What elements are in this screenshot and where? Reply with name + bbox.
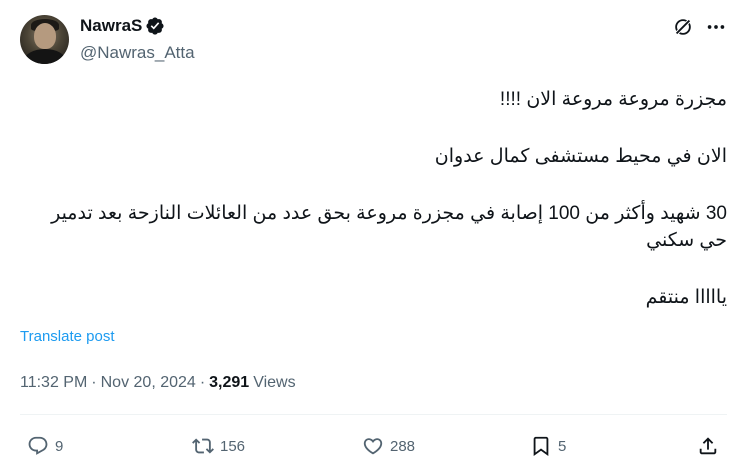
tweet-card: NawraS @Nawras_Atta مجزرة مروعة مروعة ال… <box>0 0 747 476</box>
like-button[interactable]: 288 <box>362 432 415 460</box>
tweet-text: مجزرة مروعة مروعة الان !!!! الان في محيط… <box>37 86 727 311</box>
tweet-time[interactable]: 11:32 PM <box>20 373 87 393</box>
bookmark-count: 5 <box>558 437 567 455</box>
tweet-paragraph-3: 30 شهيد وأكثر من 100 إصابة في مجزرة مروع… <box>51 203 727 251</box>
meta-separator: · <box>199 374 206 391</box>
repost-button[interactable]: 156 <box>192 432 245 460</box>
tweet-date[interactable]: Nov 20, 2024 <box>101 373 196 393</box>
tweet-meta: 11:32 PM · Nov 20, 2024 · 3,291 Views <box>20 373 296 393</box>
meta-separator: · <box>91 374 97 391</box>
share-icon <box>699 437 717 455</box>
tweet-paragraph-1: مجزرة مروعة مروعة الان !!!! <box>499 89 727 110</box>
avatar-face <box>34 23 56 49</box>
translate-post-link[interactable]: Translate post <box>20 327 115 347</box>
heart-icon <box>363 438 383 455</box>
avatar-body <box>24 49 66 64</box>
author-name-row[interactable]: NawraS <box>80 16 165 36</box>
action-bar: 9 156 288 5 <box>0 432 747 460</box>
reply-button[interactable]: 9 <box>27 432 63 460</box>
views-count[interactable]: 3,291 <box>209 373 249 393</box>
tweet-paragraph-2: الان في محيط مستشفى كمال عدوان <box>434 146 727 167</box>
verified-badge-icon <box>146 17 164 35</box>
bookmark-button[interactable]: 5 <box>530 432 566 460</box>
views-label: Views <box>253 374 296 391</box>
avatar[interactable] <box>20 15 69 64</box>
author-handle[interactable]: @Nawras_Atta <box>80 43 195 63</box>
tweet-paragraph-4: يااااا منتقم <box>645 287 727 308</box>
reply-count: 9 <box>55 437 64 455</box>
reply-icon <box>28 436 48 455</box>
grok-icon[interactable] <box>672 16 694 38</box>
like-count: 288 <box>390 437 416 455</box>
repost-count: 156 <box>220 437 246 455</box>
bookmark-icon <box>533 436 549 457</box>
divider <box>20 414 727 415</box>
repost-icon <box>192 438 214 454</box>
more-options-icon[interactable] <box>705 16 727 38</box>
author-display-name[interactable]: NawraS <box>80 16 142 36</box>
share-button[interactable] <box>697 432 719 460</box>
